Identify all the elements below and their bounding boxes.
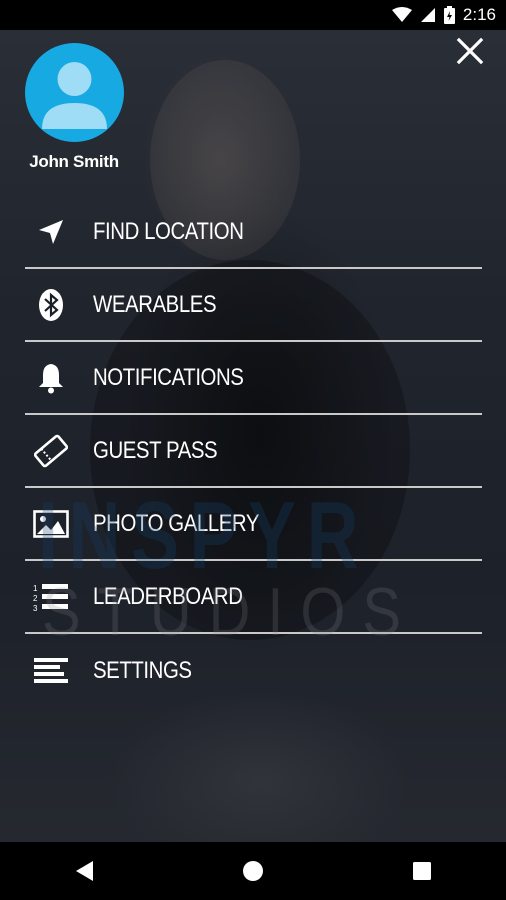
drawer-menu: FIND LOCATION WEARABLES NOTIFICATIONS GU… [25, 196, 482, 707]
menu-item-leaderboard[interactable]: 123 LEADERBOARD [25, 561, 482, 634]
user-name[interactable]: John Smith [24, 152, 124, 172]
status-bar: 2:16 [0, 0, 506, 30]
bluetooth-icon [33, 287, 69, 323]
close-button[interactable] [456, 37, 484, 65]
status-time: 2:16 [462, 5, 496, 24]
menu-item-label: PHOTO GALLERY [93, 509, 260, 537]
close-icon [456, 37, 484, 65]
menu-item-photo-gallery[interactable]: PHOTO GALLERY [25, 488, 482, 561]
image-icon [33, 506, 69, 542]
menu-item-find-location[interactable]: FIND LOCATION [25, 196, 482, 269]
person-avatar-icon [42, 62, 107, 129]
recents-icon [412, 862, 431, 880]
cell-signal-icon [420, 7, 436, 23]
menu-item-wearables[interactable]: WEARABLES [25, 269, 482, 342]
user-avatar[interactable] [25, 43, 124, 142]
back-button[interactable] [64, 851, 104, 891]
menu-item-label: LEADERBOARD [93, 582, 243, 610]
menu-item-notifications[interactable]: NOTIFICATIONS [25, 342, 482, 415]
bell-icon [33, 360, 69, 396]
settings-lines-icon [33, 653, 69, 689]
location-arrow-icon [33, 214, 69, 250]
menu-item-settings[interactable]: SETTINGS [25, 634, 482, 707]
menu-item-label: NOTIFICATIONS [93, 363, 244, 391]
wifi-icon [391, 7, 412, 23]
menu-item-label: FIND LOCATION [93, 217, 244, 245]
battery-icon [443, 6, 455, 24]
menu-item-label: SETTINGS [93, 656, 192, 684]
home-button[interactable] [233, 851, 273, 891]
recents-button[interactable] [402, 851, 442, 891]
svg-text:1: 1 [33, 584, 38, 593]
ticket-icon [33, 433, 69, 469]
menu-item-label: WEARABLES [93, 290, 217, 318]
svg-text:3: 3 [33, 604, 38, 612]
svg-text:2: 2 [33, 594, 38, 603]
ordered-list-icon: 123 [33, 579, 69, 615]
menu-item-label: GUEST PASS [93, 436, 218, 464]
home-icon [242, 861, 263, 881]
menu-item-guest-pass[interactable]: GUEST PASS [25, 415, 482, 488]
back-icon [76, 861, 94, 881]
navigation-bar [0, 842, 506, 900]
